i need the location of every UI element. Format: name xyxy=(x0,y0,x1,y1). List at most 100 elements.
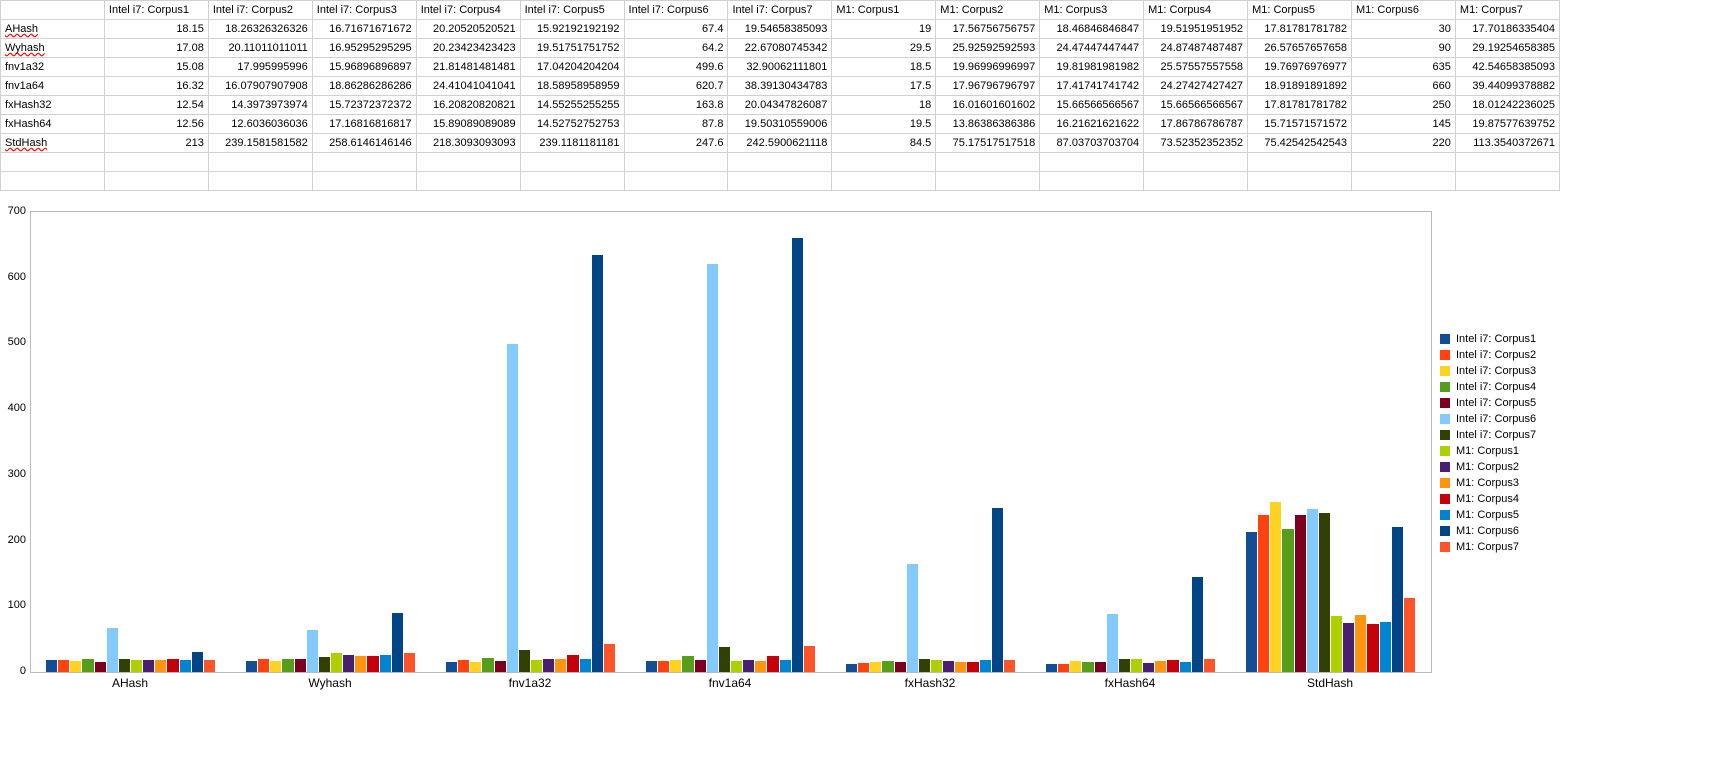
data-cell[interactable]: 16.01601601602 xyxy=(936,96,1040,115)
data-cell[interactable]: 258.6146146146 xyxy=(312,134,416,153)
data-cell[interactable]: 15.92192192192 xyxy=(520,20,624,39)
data-cell[interactable]: 620.7 xyxy=(624,77,728,96)
data-cell[interactable]: 18 xyxy=(832,96,936,115)
data-cell[interactable]: 163.8 xyxy=(624,96,728,115)
data-cell[interactable]: 18.01242236025 xyxy=(1455,96,1559,115)
data-cell[interactable]: 25.92592592593 xyxy=(936,39,1040,58)
data-cell[interactable]: 16.71671671672 xyxy=(312,20,416,39)
data-cell[interactable]: 20.11011011011 xyxy=(208,39,312,58)
data-cell[interactable]: 18.5 xyxy=(832,58,936,77)
data-cell[interactable]: 17.56756756757 xyxy=(936,20,1040,39)
data-cell[interactable]: 17.96796796797 xyxy=(936,77,1040,96)
data-cell[interactable]: 247.6 xyxy=(624,134,728,153)
data-cell[interactable]: 18.86286286286 xyxy=(312,77,416,96)
data-cell[interactable]: 24.87487487487 xyxy=(1144,39,1248,58)
data-cell[interactable]: 30 xyxy=(1351,20,1455,39)
data-cell[interactable]: 16.21621621622 xyxy=(1040,115,1144,134)
data-cell[interactable]: 90 xyxy=(1351,39,1455,58)
data-cell[interactable]: 84.5 xyxy=(832,134,936,153)
data-cell[interactable]: 20.23423423423 xyxy=(416,39,520,58)
data-cell[interactable]: 17.04204204204 xyxy=(520,58,624,77)
data-cell[interactable]: 17.81781781782 xyxy=(1248,96,1352,115)
data-cell[interactable]: 220 xyxy=(1351,134,1455,153)
data-cell[interactable]: 242.5900621118 xyxy=(728,134,832,153)
data-cell[interactable]: 19.5 xyxy=(832,115,936,134)
data-cell[interactable]: 14.3973973974 xyxy=(208,96,312,115)
data-cell[interactable]: 239.1581581582 xyxy=(208,134,312,153)
data-cell[interactable]: 21.81481481481 xyxy=(416,58,520,77)
data-cell[interactable]: 250 xyxy=(1351,96,1455,115)
data-cell[interactable]: 42.54658385093 xyxy=(1455,58,1559,77)
data-cell[interactable]: 15.08 xyxy=(104,58,208,77)
data-cell[interactable]: 15.72372372372 xyxy=(312,96,416,115)
data-cell[interactable]: 17.08 xyxy=(104,39,208,58)
data-cell[interactable]: 15.96896896897 xyxy=(312,58,416,77)
data-cell[interactable]: 29.19254658385 xyxy=(1455,39,1559,58)
data-cell[interactable]: 24.27427427427 xyxy=(1144,77,1248,96)
data-cell[interactable]: 17.81781781782 xyxy=(1248,20,1352,39)
data-cell[interactable]: 12.6036036036 xyxy=(208,115,312,134)
data-cell[interactable]: 24.47447447447 xyxy=(1040,39,1144,58)
data-cell[interactable]: 15.66566566567 xyxy=(1144,96,1248,115)
data-cell[interactable]: 16.20820820821 xyxy=(416,96,520,115)
data-cell[interactable]: 19.50310559006 xyxy=(728,115,832,134)
data-cell[interactable]: 19.51951951952 xyxy=(1144,20,1248,39)
data-cell[interactable]: 17.995995996 xyxy=(208,58,312,77)
data-cell[interactable]: 18.46846846847 xyxy=(1040,20,1144,39)
data-cell[interactable]: 25.57557557558 xyxy=(1144,58,1248,77)
data-cell[interactable]: 32.90062111801 xyxy=(728,58,832,77)
data-cell[interactable]: 19.76976976977 xyxy=(1248,58,1352,77)
data-cell[interactable]: 16.32 xyxy=(104,77,208,96)
data-cell[interactable]: 22.67080745342 xyxy=(728,39,832,58)
data-cell[interactable]: 12.54 xyxy=(104,96,208,115)
data-cell[interactable]: 67.4 xyxy=(624,20,728,39)
data-cell[interactable]: 12.56 xyxy=(104,115,208,134)
data-table[interactable]: Intel i7: Corpus1Intel i7: Corpus2Intel … xyxy=(0,0,1560,191)
data-cell[interactable]: 14.55255255255 xyxy=(520,96,624,115)
data-cell[interactable]: 660 xyxy=(1351,77,1455,96)
data-cell[interactable]: 38.39130434783 xyxy=(728,77,832,96)
data-cell[interactable]: 16.07907907908 xyxy=(208,77,312,96)
data-cell[interactable]: 20.20520520521 xyxy=(416,20,520,39)
data-cell[interactable]: 75.17517517518 xyxy=(936,134,1040,153)
data-cell[interactable]: 15.89089089089 xyxy=(416,115,520,134)
data-cell[interactable]: 75.42542542543 xyxy=(1248,134,1352,153)
data-cell[interactable]: 635 xyxy=(1351,58,1455,77)
data-cell[interactable]: 13.86386386386 xyxy=(936,115,1040,134)
data-cell[interactable]: 239.1181181181 xyxy=(520,134,624,153)
data-cell[interactable]: 16.95295295295 xyxy=(312,39,416,58)
data-cell[interactable]: 218.3093093093 xyxy=(416,134,520,153)
data-cell[interactable]: 19.54658385093 xyxy=(728,20,832,39)
bar xyxy=(1143,663,1154,672)
data-cell[interactable]: 87.8 xyxy=(624,115,728,134)
data-cell[interactable]: 19.96996996997 xyxy=(936,58,1040,77)
data-cell[interactable]: 39.44099378882 xyxy=(1455,77,1559,96)
data-cell[interactable]: 15.66566566567 xyxy=(1040,96,1144,115)
data-cell[interactable]: 19 xyxy=(832,20,936,39)
data-cell[interactable]: 24.41041041041 xyxy=(416,77,520,96)
data-cell[interactable]: 17.5 xyxy=(832,77,936,96)
data-cell[interactable]: 499.6 xyxy=(624,58,728,77)
data-cell[interactable]: 26.57657657658 xyxy=(1248,39,1352,58)
data-cell[interactable]: 18.26326326326 xyxy=(208,20,312,39)
data-cell[interactable]: 19.87577639752 xyxy=(1455,115,1559,134)
data-cell[interactable]: 18.91891891892 xyxy=(1248,77,1352,96)
data-cell[interactable]: 18.15 xyxy=(104,20,208,39)
data-cell[interactable]: 213 xyxy=(104,134,208,153)
data-cell[interactable]: 64.2 xyxy=(624,39,728,58)
data-cell[interactable]: 20.04347826087 xyxy=(728,96,832,115)
data-cell[interactable]: 113.3540372671 xyxy=(1455,134,1559,153)
data-cell[interactable]: 17.70186335404 xyxy=(1455,20,1559,39)
data-cell[interactable]: 73.52352352352 xyxy=(1144,134,1248,153)
data-cell[interactable]: 19.51751751752 xyxy=(520,39,624,58)
data-cell[interactable]: 15.71571571572 xyxy=(1248,115,1352,134)
data-cell[interactable]: 18.58958958959 xyxy=(520,77,624,96)
data-cell[interactable]: 14.52752752753 xyxy=(520,115,624,134)
data-cell[interactable]: 145 xyxy=(1351,115,1455,134)
data-cell[interactable]: 19.81981981982 xyxy=(1040,58,1144,77)
data-cell[interactable]: 17.41741741742 xyxy=(1040,77,1144,96)
data-cell[interactable]: 17.86786786787 xyxy=(1144,115,1248,134)
data-cell[interactable]: 17.16816816817 xyxy=(312,115,416,134)
data-cell[interactable]: 87.03703703704 xyxy=(1040,134,1144,153)
data-cell[interactable]: 29.5 xyxy=(832,39,936,58)
